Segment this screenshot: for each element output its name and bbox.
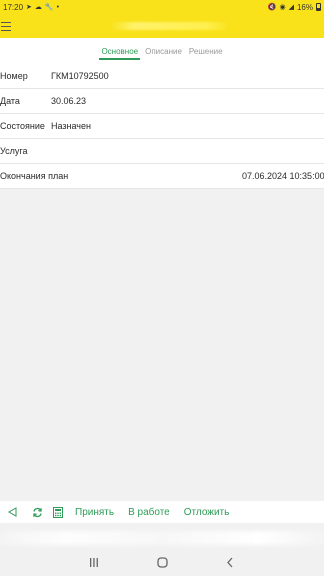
field-label: Окончания план — [0, 171, 69, 181]
tab-description[interactable]: Описание — [145, 43, 182, 60]
field-row-planned-end[interactable]: Окончания план 07.06.2024 10:35:00 — [0, 164, 324, 189]
in-progress-button[interactable]: В работе — [128, 507, 170, 518]
field-label: Дата — [0, 96, 20, 106]
field-label: Состояние — [0, 121, 45, 131]
app-title-redacted — [110, 22, 230, 30]
redacted-strip — [0, 531, 324, 545]
postpone-button[interactable]: Отложить — [184, 507, 230, 518]
battery-percent: 16% — [296, 2, 313, 12]
battery-icon — [316, 3, 321, 11]
field-row-date[interactable]: Дата 30.06.23 — [0, 89, 324, 114]
wrench-icon: 🔧 — [44, 3, 54, 11]
status-bar: 17:20 ➤ ☁ 🔧 • 🔇 ◉ ◢ 16% — [0, 0, 324, 14]
app-header — [0, 14, 324, 38]
field-value: 30.06.23 — [51, 96, 87, 106]
details-form: Номер ГКМ10792500 Дата 30.06.23 Состояни… — [0, 64, 324, 189]
calculator-icon[interactable] — [52, 506, 64, 518]
mute-icon: 🔇 — [267, 3, 277, 11]
field-row-state[interactable]: Состояние Назначен — [0, 114, 324, 139]
tab-bar: Основное Описание Решение — [0, 38, 324, 64]
home-icon[interactable] — [150, 552, 174, 572]
navigation-arrow-icon: ➤ — [26, 3, 32, 11]
tab-main[interactable]: Основное — [99, 43, 140, 60]
dot-icon: • — [56, 3, 60, 11]
field-row-service[interactable]: Услуга — [0, 139, 324, 164]
accept-button[interactable]: Принять — [75, 507, 114, 518]
field-value: Назначен — [51, 121, 91, 131]
recent-apps-icon[interactable] — [82, 552, 106, 572]
field-row-number[interactable]: Номер ГКМ10792500 — [0, 64, 324, 89]
field-value: ГКМ10792500 — [51, 71, 109, 81]
back-icon[interactable] — [218, 552, 242, 572]
refresh-icon[interactable] — [30, 507, 44, 518]
hamburger-icon[interactable] — [0, 14, 26, 38]
tab-solution[interactable]: Решение — [189, 43, 223, 60]
back-triangle-icon[interactable] — [3, 507, 21, 517]
action-bar: Принять В работе Отложить — [0, 501, 324, 523]
field-label: Услуга — [0, 146, 28, 156]
status-time: 17:20 — [3, 2, 24, 12]
field-label: Номер — [0, 71, 28, 81]
wifi-icon: ◉ — [279, 3, 286, 11]
signal-icon: ◢ — [288, 3, 294, 11]
cloud-icon: ☁ — [34, 3, 42, 11]
field-value: 07.06.2024 10:35:00 — [242, 171, 324, 181]
system-nav-bar — [0, 548, 324, 576]
